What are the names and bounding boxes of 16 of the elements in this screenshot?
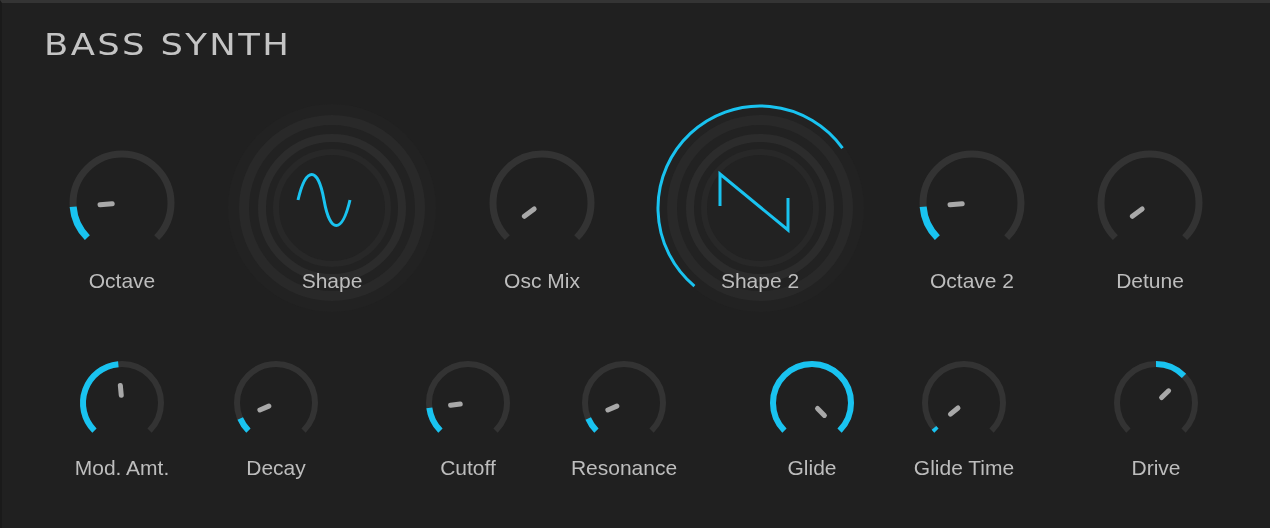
knob-label: Glide Time <box>913 456 1015 480</box>
knob-label: Cutoff <box>440 456 496 480</box>
sine-wave-icon <box>296 173 352 227</box>
panel-title: BASS SYNTH <box>44 27 292 62</box>
knob-label: Resonance <box>570 456 678 480</box>
knob-label: Detune <box>1116 269 1184 293</box>
knob-label: Decay <box>246 456 306 480</box>
knob-label: Drive <box>1131 456 1181 480</box>
knob-label: Octave <box>88 269 156 293</box>
knob-label: Shape 2 <box>720 269 800 293</box>
sawtooth-wave-icon <box>718 170 790 234</box>
knob-label: Osc Mix <box>504 269 580 293</box>
knob-label: Glide <box>787 456 837 480</box>
knob-label: Octave 2 <box>929 269 1014 293</box>
knob-label: Shape <box>301 269 363 293</box>
knob-label: Mod. Amt. <box>74 456 170 480</box>
